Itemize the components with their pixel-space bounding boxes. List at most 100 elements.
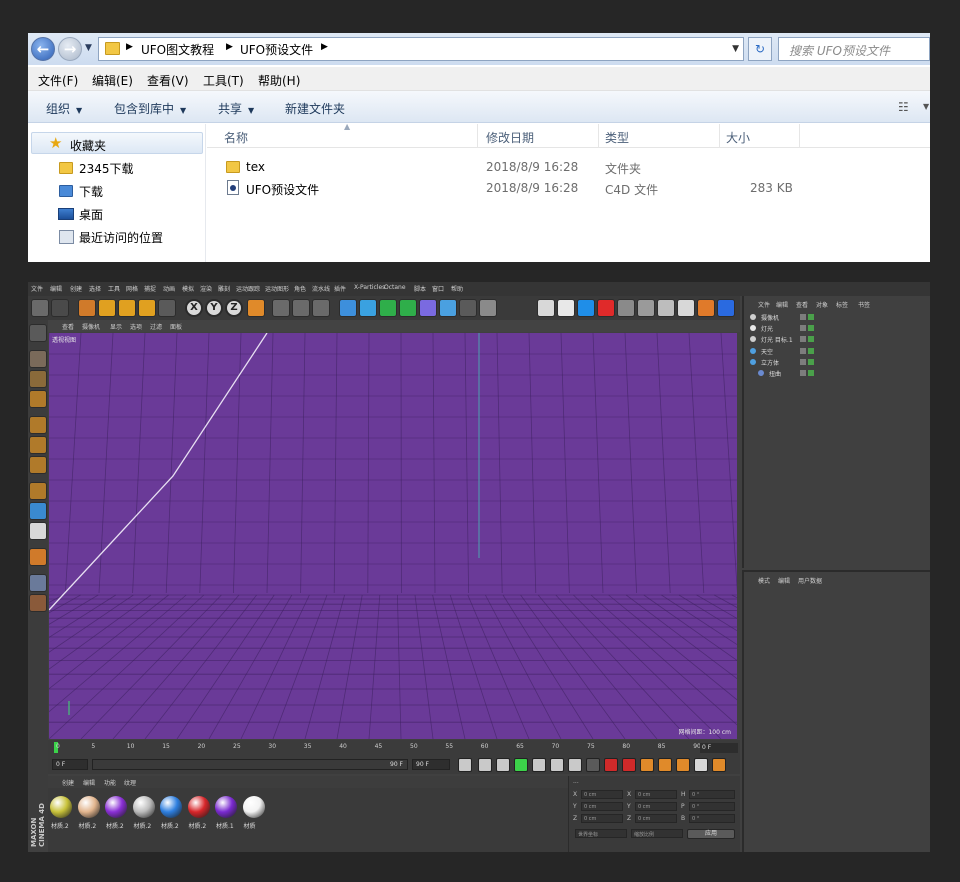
search-input[interactable]: 搜索 UFO预设文件 bbox=[778, 37, 930, 61]
c4d-menu-item[interactable]: 模拟 bbox=[182, 284, 194, 293]
breadcrumb-item-ufo-presets[interactable]: UFO预设文件 bbox=[240, 41, 313, 58]
c4d-menu-item[interactable]: 雕刻 bbox=[218, 284, 230, 293]
column-divider[interactable] bbox=[598, 124, 599, 148]
tweak-mode-icon[interactable] bbox=[29, 502, 47, 520]
include-in-library-button[interactable]: 包含到库中 ▼ bbox=[114, 100, 186, 117]
position-field[interactable]: 0 cm bbox=[581, 790, 623, 799]
attribute-menu-item[interactable]: 用户数据 bbox=[798, 576, 822, 585]
viewport-menu-item[interactable]: 查看 bbox=[62, 322, 74, 331]
material-swatch[interactable] bbox=[132, 796, 155, 818]
c4d-menu-item[interactable]: 网格 bbox=[126, 284, 138, 293]
point-level-animation-icon[interactable] bbox=[712, 758, 726, 772]
material-menu-item[interactable]: 编辑 bbox=[83, 778, 95, 787]
breadcrumb-separator-icon[interactable]: ▶ bbox=[126, 42, 133, 52]
play-forward-icon[interactable] bbox=[514, 758, 528, 772]
x-axis-lock-icon[interactable]: X bbox=[185, 299, 203, 317]
go-to-end-icon[interactable] bbox=[568, 758, 582, 772]
material-menu-item[interactable]: 功能 bbox=[104, 778, 116, 787]
column-header-name[interactable]: 名称 bbox=[224, 129, 248, 146]
material-swatch[interactable] bbox=[187, 796, 210, 818]
size-field[interactable]: 0 cm bbox=[635, 790, 677, 799]
next-keyframe-icon[interactable] bbox=[550, 758, 564, 772]
octane-material-icon[interactable] bbox=[577, 299, 595, 317]
material-menu-item[interactable]: 创建 bbox=[62, 778, 74, 787]
c4d-menu-item[interactable]: 窗口 bbox=[432, 284, 444, 293]
array-generator-icon[interactable] bbox=[399, 299, 417, 317]
texture-mode-icon[interactable] bbox=[29, 370, 47, 388]
floor-scene-icon[interactable] bbox=[439, 299, 457, 317]
octane-light-icon[interactable] bbox=[617, 299, 635, 317]
c4d-menu-item[interactable]: 插件 bbox=[334, 284, 346, 293]
last-tool-icon[interactable] bbox=[158, 299, 176, 317]
keyframe-selection-icon[interactable] bbox=[622, 758, 636, 772]
z-axis-lock-icon[interactable]: Z bbox=[225, 299, 243, 317]
column-divider[interactable] bbox=[477, 124, 478, 148]
forward-button[interactable]: → bbox=[58, 37, 82, 61]
octane-texture-icon[interactable] bbox=[657, 299, 675, 317]
viewport-menu-item[interactable]: 显示 bbox=[110, 322, 122, 331]
octane-settings-icon[interactable] bbox=[557, 299, 575, 317]
undo-button[interactable] bbox=[31, 299, 49, 317]
object-menu-item[interactable]: 编辑 bbox=[776, 300, 788, 309]
visibility-toggle-icon[interactable] bbox=[800, 336, 806, 343]
octane-export-icon[interactable] bbox=[717, 299, 735, 317]
locked-workplane-icon[interactable] bbox=[29, 594, 47, 612]
y-axis-lock-icon[interactable]: Y bbox=[205, 299, 223, 317]
c4d-menu-item[interactable]: X-Particles bbox=[354, 284, 385, 291]
frame-range-slider[interactable]: 90 F bbox=[92, 759, 408, 770]
end-frame-field[interactable]: 90 F bbox=[412, 759, 450, 770]
c4d-menu-item[interactable]: 角色 bbox=[294, 284, 306, 293]
apply-button[interactable]: 应用 bbox=[687, 829, 735, 839]
nav-item-recent-places[interactable]: 最近访问的位置 bbox=[79, 229, 163, 246]
refresh-button[interactable]: ↻ bbox=[748, 37, 772, 61]
enable-toggle-icon[interactable] bbox=[808, 370, 814, 376]
position-field[interactable]: 0 cm bbox=[581, 802, 623, 811]
enable-toggle-icon[interactable] bbox=[808, 358, 814, 365]
rotation-field[interactable]: 0 ° bbox=[689, 790, 735, 799]
breadcrumb-separator-icon[interactable]: ▶ bbox=[321, 42, 328, 52]
column-header-size[interactable]: 大小 bbox=[726, 129, 750, 146]
coordinate-space-dropdown[interactable]: 世界坐标 bbox=[575, 829, 627, 838]
address-dropdown-icon[interactable]: ▼ bbox=[732, 44, 739, 54]
material-swatch[interactable] bbox=[160, 796, 182, 818]
octane-live-viewer-icon[interactable] bbox=[537, 299, 555, 317]
c4d-menu-item[interactable]: 选择 bbox=[89, 284, 101, 293]
octane-camera-icon[interactable] bbox=[597, 299, 615, 317]
c4d-menu-item[interactable]: 脚本 bbox=[414, 284, 426, 293]
object-menu-item[interactable]: 标签 bbox=[836, 300, 848, 309]
rotation-field[interactable]: 0 ° bbox=[689, 802, 735, 811]
object-row[interactable]: 摄像机 bbox=[744, 312, 930, 323]
object-row[interactable]: 灯光 目标.1 bbox=[744, 334, 930, 345]
perspective-viewport[interactable]: 透视视图 网格间距：100 cm bbox=[49, 333, 737, 739]
render-view-icon[interactable] bbox=[272, 299, 290, 317]
rotate-tool-icon[interactable] bbox=[138, 299, 156, 317]
view-options-icon[interactable]: ☷ bbox=[898, 100, 909, 114]
snap-icon[interactable] bbox=[29, 522, 47, 540]
polygons-mode-icon[interactable] bbox=[29, 456, 47, 474]
autokey-icon[interactable] bbox=[604, 758, 618, 772]
visibility-toggle-icon[interactable] bbox=[800, 358, 806, 365]
camera-icon[interactable] bbox=[459, 299, 477, 317]
material-swatch[interactable] bbox=[77, 796, 100, 818]
attribute-menu-item[interactable]: 模式 bbox=[758, 576, 770, 585]
breadcrumb-item-ufo-tutorial[interactable]: UFO图文教程 bbox=[141, 41, 214, 58]
go-to-start-icon[interactable] bbox=[458, 758, 472, 772]
model-mode-icon[interactable] bbox=[29, 350, 47, 368]
octane-object-icon[interactable] bbox=[637, 299, 655, 317]
material-swatch[interactable] bbox=[242, 796, 265, 818]
start-frame-field[interactable]: 0 F bbox=[52, 759, 88, 770]
octane-tag-icon[interactable] bbox=[697, 299, 715, 317]
column-divider[interactable] bbox=[719, 124, 720, 148]
make-editable-icon[interactable] bbox=[29, 324, 47, 342]
address-field[interactable]: ▶ UFO图文教程 ▶ UFO预设文件 ▶ ▼ bbox=[98, 37, 744, 61]
subdivision-generator-icon[interactable] bbox=[379, 299, 397, 317]
c4d-menu-item[interactable]: 编辑 bbox=[50, 284, 62, 293]
c4d-menu-item[interactable]: 运动图形 bbox=[265, 284, 289, 293]
render-picture-viewer-icon[interactable] bbox=[292, 299, 310, 317]
view-dropdown-icon[interactable]: ▼ bbox=[923, 102, 929, 111]
visibility-toggle-icon[interactable] bbox=[800, 314, 806, 320]
parameter-key-icon[interactable] bbox=[694, 758, 708, 772]
viewport-menu-item[interactable]: 面板 bbox=[170, 322, 182, 331]
breadcrumb-separator-icon[interactable]: ▶ bbox=[226, 42, 233, 52]
material-swatch[interactable] bbox=[105, 796, 127, 818]
